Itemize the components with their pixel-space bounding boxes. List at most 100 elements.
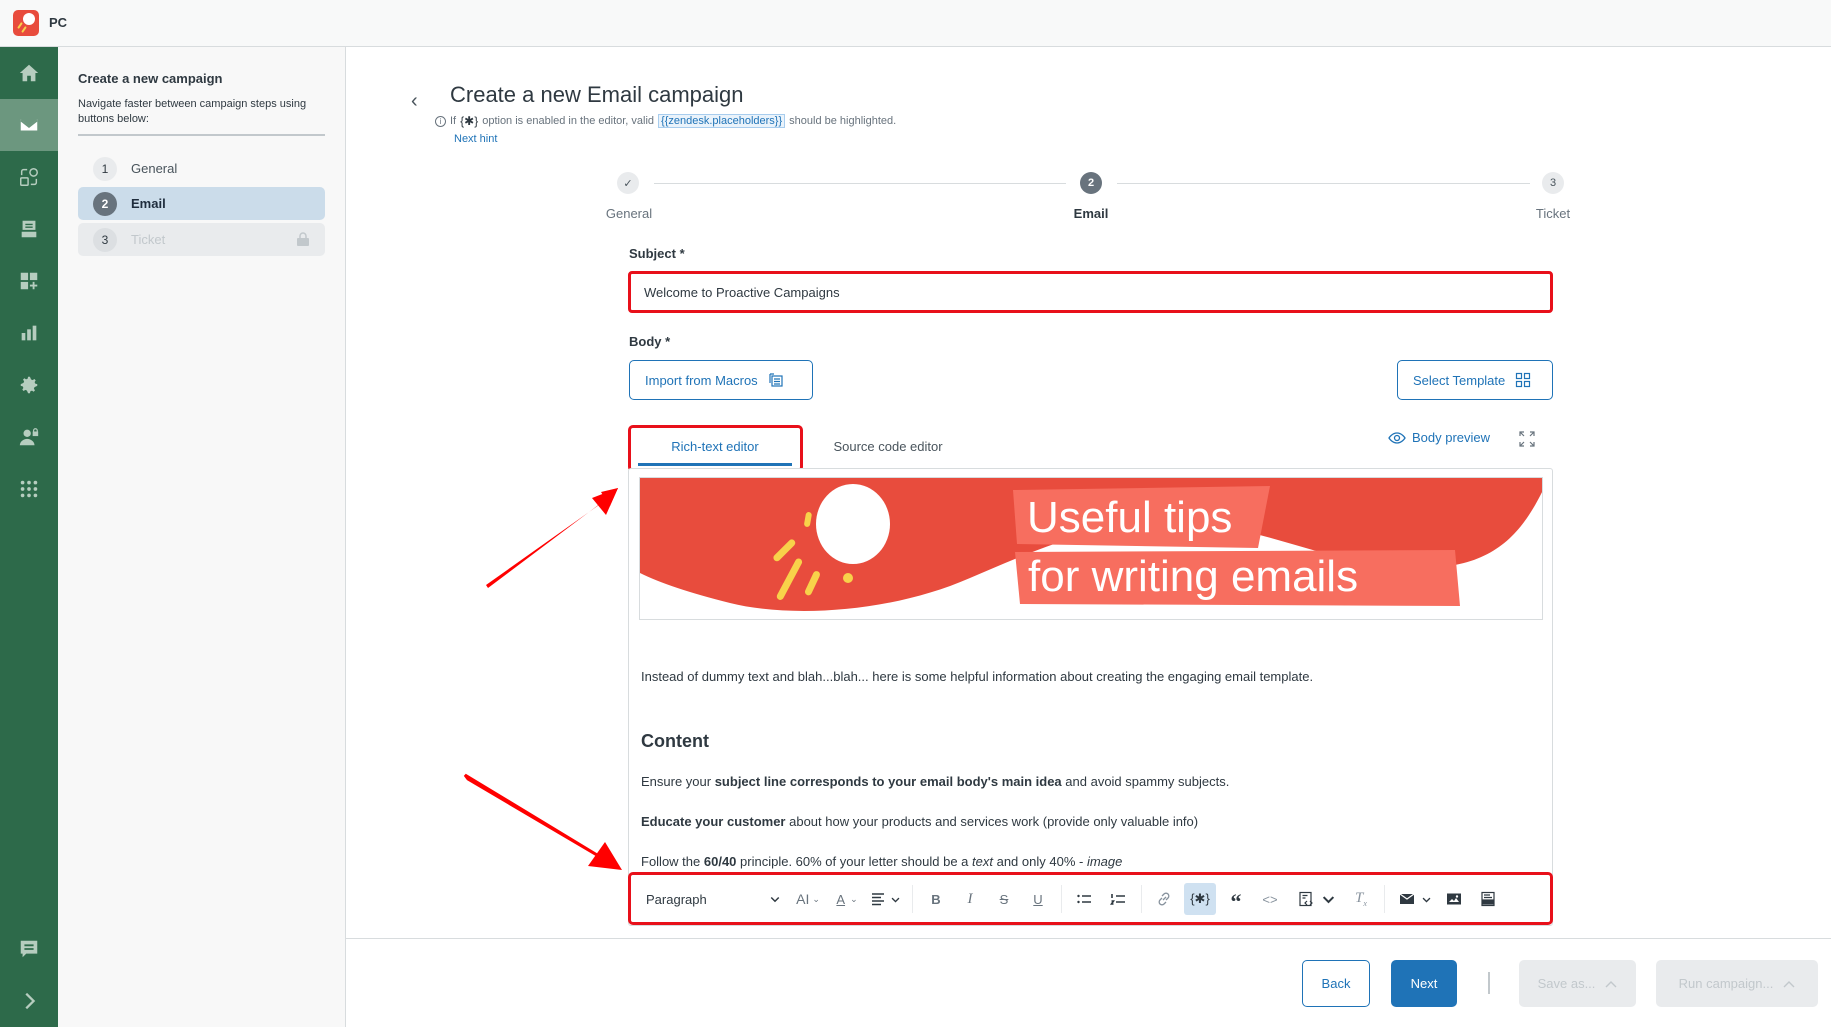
rail-settings[interactable] (0, 359, 58, 411)
next-button[interactable]: Next (1391, 960, 1457, 1007)
italic-icon: I (967, 890, 973, 907)
numbered-list-button[interactable] (1105, 887, 1131, 911)
back-button[interactable]: Back (1302, 960, 1370, 1007)
campaign-steps-sidebar: Create a new campaign Navigate faster be… (58, 47, 346, 1027)
source-snippet-icon (1298, 891, 1313, 907)
save-as-label: Save as... (1537, 976, 1596, 991)
next-hint-link[interactable]: Next hint (454, 133, 497, 145)
sidebar-step-email[interactable]: 2 Email (78, 187, 325, 220)
expand-chevron-icon (25, 992, 36, 1010)
step-number: 1 (93, 156, 117, 181)
rail-apps[interactable] (0, 463, 58, 515)
editor-heading-content: Content (641, 731, 709, 751)
rail-automation[interactable] (0, 151, 58, 203)
strikethrough-button[interactable]: S (992, 887, 1016, 911)
rich-text-editor[interactable]: Useful tips for writing emails Instead o… (628, 468, 1553, 926)
chevron-down-icon (891, 897, 899, 903)
tab-rich-text-editor[interactable]: Rich-text editor (638, 425, 792, 468)
email-insert-icon (1399, 893, 1414, 904)
rail-expand[interactable] (0, 975, 58, 1027)
editor-intro-paragraph: Instead of dummy text and blah...blah...… (641, 669, 1314, 684)
italic-button[interactable]: I (958, 887, 982, 911)
stepper-step-email[interactable]: 2 (1080, 172, 1102, 194)
italic-text-run: image (1086, 854, 1123, 869)
step-number: 3 (93, 227, 117, 252)
stepper-step-general[interactable]: ✓ (617, 172, 639, 194)
font-size-icon: AI (796, 891, 810, 907)
image-icon (1447, 893, 1461, 905)
align-dropdown[interactable] (867, 887, 903, 911)
toolbar-separator (1141, 885, 1142, 913)
hint-text: If (450, 115, 457, 127)
run-campaign-label: Run campaign... (1678, 976, 1774, 991)
bold-text-run: Educate your customer (641, 814, 786, 829)
editor-paragraph-ratio: Follow the 60/40 principle. 60% of your … (641, 854, 1122, 869)
hint-text: should be highlighted. (789, 115, 897, 127)
font-color-dropdown[interactable]: A ⌄ (831, 887, 863, 911)
rail-reports[interactable] (0, 307, 58, 359)
tab-source-code-editor[interactable]: Source code editor (813, 425, 963, 468)
rail-add-widget[interactable] (0, 255, 58, 307)
select-template-button[interactable]: Select Template (1397, 360, 1553, 400)
stepper-label-email: Email (1073, 206, 1109, 221)
placeholder-highlight-button[interactable]: {✱} (1184, 883, 1216, 915)
strikethrough-icon: S (999, 891, 1009, 907)
top-bar: PC (0, 0, 1831, 47)
banner-line-1: Useful tips (1027, 493, 1232, 542)
editor-paragraph-educate: Educate your customer about how your pro… (641, 814, 1198, 829)
rail-archive[interactable] (0, 203, 58, 255)
info-icon: i (435, 115, 446, 127)
blockquote-button[interactable]: “ (1223, 887, 1249, 914)
text-run: about how your products and services wor… (785, 814, 1199, 829)
text-run: principle. 60% of your letter should be … (736, 854, 973, 869)
rail-email[interactable] (0, 99, 58, 151)
subject-input[interactable] (628, 271, 1553, 313)
toolbar-separator (1061, 885, 1062, 913)
subject-label: Subject * (629, 246, 685, 261)
font-color-icon: A (836, 891, 846, 907)
import-from-macros-label: Import from Macros (645, 372, 758, 388)
rail-home[interactable] (0, 47, 58, 99)
step-label: Ticket (131, 232, 166, 247)
editor-toolbar: Paragraph AI ⌄ A ⌄ B I S U {✱} “ <> Tx (628, 872, 1553, 925)
toolbar-separator (1384, 885, 1385, 913)
body-preview-label: Body preview (1412, 430, 1491, 445)
nav-rail (0, 47, 58, 1027)
chevron-down-icon (1322, 895, 1334, 903)
html-block-button[interactable] (1475, 887, 1501, 911)
step-number: 2 (93, 191, 117, 216)
block-format-select[interactable]: Paragraph (646, 887, 781, 911)
align-left-icon (871, 893, 884, 906)
footer-divider (346, 938, 1831, 939)
code-snippet-dropdown[interactable] (1291, 887, 1341, 911)
add-widget-icon (20, 272, 38, 290)
automation-icon (20, 168, 38, 186)
text-run: and only 40% - (992, 854, 1087, 869)
run-campaign-button: Run campaign... (1656, 960, 1818, 1007)
insert-image-button[interactable] (1441, 887, 1467, 911)
app-name: PC (49, 15, 68, 30)
inline-code-button[interactable]: <> (1257, 887, 1283, 911)
footer-separator (1488, 972, 1490, 994)
underline-button[interactable]: U (1026, 887, 1050, 911)
banner-sun (816, 484, 890, 564)
clear-format-button[interactable]: Tx (1348, 887, 1374, 911)
chat-icon (20, 940, 38, 958)
body-preview-button[interactable]: Body preview (1388, 430, 1490, 445)
rail-user-permissions[interactable] (0, 411, 58, 463)
chevron-down-icon (1422, 897, 1430, 903)
back-chevron-icon[interactable]: ‹ (411, 90, 418, 113)
rail-chat[interactable] (0, 923, 58, 975)
fullscreen-icon[interactable] (1518, 430, 1536, 448)
bold-button[interactable]: B (924, 887, 948, 911)
link-button[interactable] (1151, 887, 1177, 911)
archive-icon (21, 220, 37, 238)
import-from-macros-button[interactable]: Import from Macros (629, 360, 813, 400)
text-run: Follow the (641, 854, 704, 869)
user-lock-icon (19, 428, 39, 446)
chevron-down-icon (770, 896, 780, 903)
bullet-list-button[interactable] (1071, 887, 1097, 911)
email-insert-dropdown[interactable] (1395, 887, 1435, 911)
font-size-dropdown[interactable]: AI ⌄ (791, 887, 825, 911)
sidebar-step-general[interactable]: 1 General (78, 152, 325, 185)
